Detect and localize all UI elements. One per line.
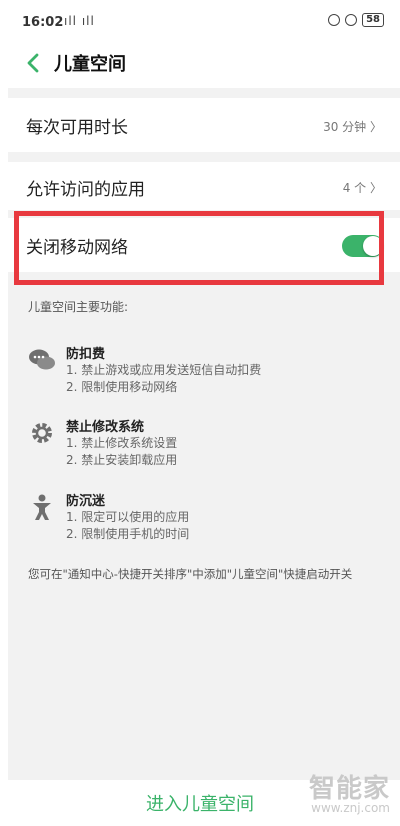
allowed-apps-value: 4 个 〉 (342, 181, 382, 195)
feature-line: 2. 限制使用移动网络 (66, 380, 178, 394)
feature-name: 防扣费 (66, 347, 106, 362)
chat-bubble-icon (29, 349, 55, 370)
allowed-apps-row[interactable]: 允许访问的应用 4 个 〉 (8, 162, 400, 210)
features-title: 儿童空间主要功能: (28, 300, 129, 314)
battery-icon: 58 (362, 13, 384, 27)
lock-rotation-icon (328, 14, 341, 26)
feature-line: 1. 禁止修改系统设置 (66, 436, 178, 450)
status-icons: 58 (328, 13, 384, 27)
status-bar: 16:02 ıll ıll 58 (0, 0, 400, 44)
shortcut-note: 您可在"通知中心-快捷开关排序"中添加"儿童空间"快捷启动开关 (28, 567, 353, 581)
status-time: 16:02 (22, 15, 64, 30)
allowed-apps-label: 允许访问的应用 (26, 180, 145, 200)
signal-icon: ıll ıll (64, 14, 95, 28)
page-title: 儿童空间 (54, 54, 126, 75)
feature-line: 2. 禁止安装卸载应用 (66, 453, 178, 467)
header: 儿童空间 (0, 44, 400, 84)
child-figure-icon (33, 494, 51, 520)
feature-line: 2. 限制使用手机的时间 (66, 527, 190, 541)
back-arrow-icon[interactable] (22, 50, 44, 76)
feature-name: 禁止修改系统 (66, 420, 145, 435)
feature-name: 防沉迷 (66, 494, 106, 509)
daily-duration-label: 每次可用时长 (26, 118, 128, 138)
alarm-icon (345, 14, 358, 26)
watermark-url: www.znj.com (311, 801, 390, 815)
watermark: 智能家 www.znj.com (284, 768, 390, 822)
daily-duration-value: 30 分钟 〉 (323, 120, 382, 134)
watermark-logo: 智能家 (308, 774, 390, 804)
gear-icon (32, 423, 52, 443)
feature-line: 1. 限定可以使用的应用 (66, 510, 190, 524)
daily-duration-row[interactable]: 每次可用时长 30 分钟 〉 (8, 98, 400, 152)
highlight-box (14, 211, 384, 285)
feature-line: 1. 禁止游戏或应用发送短信自动扣费 (66, 363, 262, 377)
